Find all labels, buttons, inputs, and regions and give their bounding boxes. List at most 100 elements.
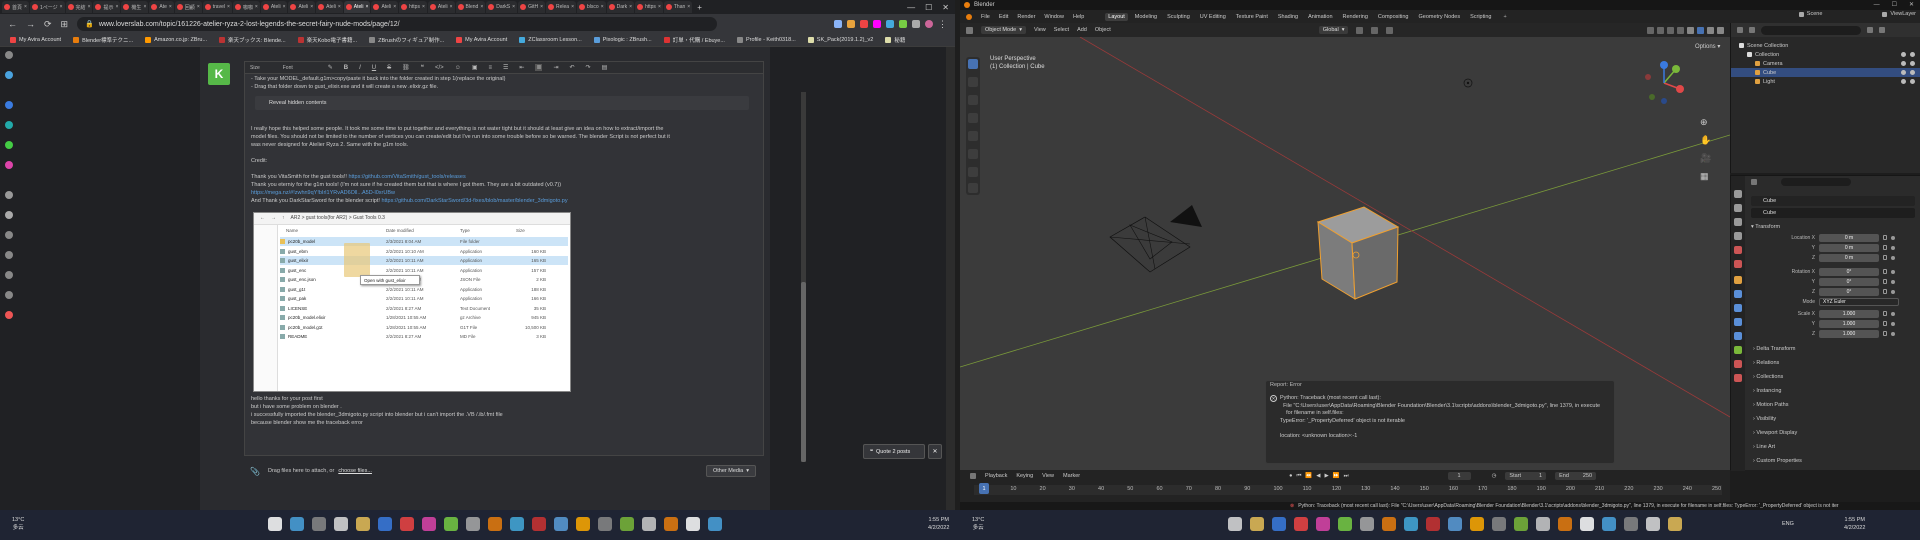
minimize-icon[interactable]: — xyxy=(1874,2,1880,8)
select-menu[interactable]: Select xyxy=(1054,27,1069,33)
tab-close-icon[interactable]: × xyxy=(393,4,396,10)
subpanel-header[interactable]: › Instancing xyxy=(1753,388,1781,394)
browser-tab[interactable]: Ateli × xyxy=(371,1,399,13)
outliner-search-input[interactable] xyxy=(1761,25,1861,35)
editor-content[interactable]: - Take your MODEL_default.g1m>copy/paste… xyxy=(251,74,751,454)
user-avatar[interactable]: K xyxy=(208,63,230,85)
bookmark-star-icon[interactable] xyxy=(847,20,855,28)
outliner-row[interactable]: Cube xyxy=(1731,68,1920,77)
property-field[interactable]: 0 m xyxy=(1819,234,1879,242)
subpanel-header[interactable]: › Relations xyxy=(1753,360,1779,366)
browser-tab[interactable]: https × xyxy=(399,1,427,13)
editor-scroll-thumb[interactable] xyxy=(801,282,806,462)
bookmark-item[interactable]: Profile - Keith0318... xyxy=(736,37,796,43)
tab-close-icon[interactable]: × xyxy=(197,4,200,10)
object-mode-dropdown[interactable]: Object Mode ▾ xyxy=(981,26,1026,34)
3d-viewport[interactable]: User Perspective (1) Collection | Cube O… xyxy=(960,37,1730,470)
keyframe-dot-icon[interactable] xyxy=(1891,246,1895,250)
taskbar-app-icon[interactable] xyxy=(1448,517,1462,531)
clock-icon[interactable]: ◷ xyxy=(1492,473,1497,479)
settings-icon[interactable] xyxy=(5,291,13,299)
keyframe-dot-icon[interactable] xyxy=(1891,312,1895,316)
lock-icon[interactable] xyxy=(1883,235,1887,240)
back-icon[interactable]: ← xyxy=(8,19,17,29)
taskbar-app-icon[interactable] xyxy=(1404,517,1418,531)
minimize-icon[interactable]: — xyxy=(907,3,915,12)
undo-icon[interactable]: ↶ xyxy=(570,64,575,71)
next-key-icon[interactable]: ⏩ xyxy=(1333,473,1340,479)
taskbar-app-icon[interactable] xyxy=(1668,517,1682,531)
workspace-tab[interactable]: Geometry Nodes xyxy=(1416,13,1464,21)
physics-tab-icon[interactable] xyxy=(1734,318,1742,326)
render-tab-icon[interactable] xyxy=(1734,204,1742,212)
underline-icon[interactable]: U xyxy=(372,65,376,71)
tab-close-icon[interactable]: × xyxy=(629,4,632,10)
prev-key-icon[interactable]: ⏪ xyxy=(1305,473,1312,479)
maximize-icon[interactable]: ☐ xyxy=(1892,1,1897,8)
whatsapp-icon[interactable] xyxy=(5,141,13,149)
property-field[interactable]: 1.000 xyxy=(1819,320,1879,328)
output-tab-icon[interactable] xyxy=(1734,218,1742,226)
marker-menu[interactable]: Marker xyxy=(1063,473,1080,479)
snap-icon[interactable] xyxy=(1371,26,1379,34)
gust-tools-link[interactable]: https://github.com/VitaSmith/gust_tools/… xyxy=(348,174,465,180)
bookmark-item[interactable]: 秘籍 xyxy=(885,36,905,44)
property-field[interactable]: 0° xyxy=(1819,268,1879,276)
align-left-icon[interactable]: ⇤ xyxy=(519,64,524,71)
workspace-tab[interactable]: Scripting xyxy=(1467,13,1494,21)
tab-close-icon[interactable]: × xyxy=(658,4,661,10)
current-frame-field[interactable]: 1 xyxy=(1447,472,1471,480)
other-media-button[interactable]: Other Media ▾ xyxy=(705,465,756,477)
annotate-icon[interactable] xyxy=(968,167,978,177)
browser-tab[interactable]: Ateli × xyxy=(288,1,316,13)
subpanel-header[interactable]: › Delta Transform xyxy=(1753,346,1796,352)
profile-avatar[interactable] xyxy=(925,20,933,28)
clock-left[interactable]: 1:55 PM 4/2/2022 xyxy=(928,516,949,532)
material-shading-icon[interactable] xyxy=(1707,26,1714,34)
menu-edit[interactable]: Edit xyxy=(999,14,1008,20)
lock-icon[interactable] xyxy=(1883,311,1887,316)
tool-tab-icon[interactable] xyxy=(1734,190,1742,198)
align-right-icon[interactable]: ⇥ xyxy=(553,64,558,71)
numbered-list-icon[interactable]: ☰ xyxy=(503,64,508,71)
browser-tab[interactable]: 提示 × xyxy=(93,1,121,13)
workspace-tab[interactable]: Compositing xyxy=(1375,13,1412,21)
reveal-hidden-contents[interactable]: Reveal hidden contents xyxy=(255,96,749,110)
menu-dots-icon[interactable]: ⋮ xyxy=(938,19,947,30)
forward-icon[interactable]: → xyxy=(26,19,35,29)
property-field[interactable]: 0° xyxy=(1819,288,1879,296)
display-mode-icon[interactable] xyxy=(1749,27,1755,33)
extension-icon[interactable] xyxy=(860,20,868,28)
language-indicator[interactable]: ENG xyxy=(1782,520,1794,528)
taskbar-app-icon[interactable] xyxy=(1580,517,1594,531)
lock-icon[interactable] xyxy=(1883,279,1887,284)
close-quote-icon[interactable]: ✕ xyxy=(928,444,942,459)
extension-icon[interactable] xyxy=(899,20,907,28)
editor-scrollbar[interactable] xyxy=(801,92,806,462)
material-tab-icon[interactable] xyxy=(1734,360,1742,368)
blender-menu-icon[interactable] xyxy=(966,13,972,20)
workspace-tab[interactable]: Layout xyxy=(1105,12,1128,21)
jump-end-icon[interactable]: ⏭ xyxy=(1344,473,1349,480)
add-menu[interactable]: Add xyxy=(1077,27,1087,33)
taskbar-app-icon[interactable] xyxy=(1382,517,1396,531)
gizmo-icon[interactable] xyxy=(1657,26,1664,34)
browser-tab[interactable]: 咖咖 × xyxy=(232,1,260,13)
tab-close-icon[interactable]: × xyxy=(169,4,172,10)
view-menu[interactable]: View xyxy=(1034,27,1046,33)
browser-tab[interactable]: 回顧 × xyxy=(174,1,202,13)
taskbar-app-icon[interactable] xyxy=(400,517,414,531)
tab-close-icon[interactable]: × xyxy=(571,4,574,10)
subpanel-header[interactable]: › Motion Paths xyxy=(1753,402,1788,408)
tab-close-icon[interactable]: × xyxy=(450,4,453,10)
browser-tab[interactable]: 機生 × xyxy=(121,1,149,13)
messenger-icon[interactable] xyxy=(5,101,13,109)
taskbar-app-icon[interactable] xyxy=(1624,517,1638,531)
play-reverse-icon[interactable]: ◀ xyxy=(1316,473,1320,479)
tab-close-icon[interactable]: × xyxy=(512,4,515,10)
tab-close-icon[interactable]: × xyxy=(687,4,690,10)
italic-icon[interactable]: I xyxy=(359,65,361,71)
workspace-tab[interactable]: Animation xyxy=(1305,13,1335,21)
weather-widget-right[interactable]: 13°C 多云 xyxy=(972,516,984,532)
tab-close-icon[interactable]: × xyxy=(24,4,27,10)
